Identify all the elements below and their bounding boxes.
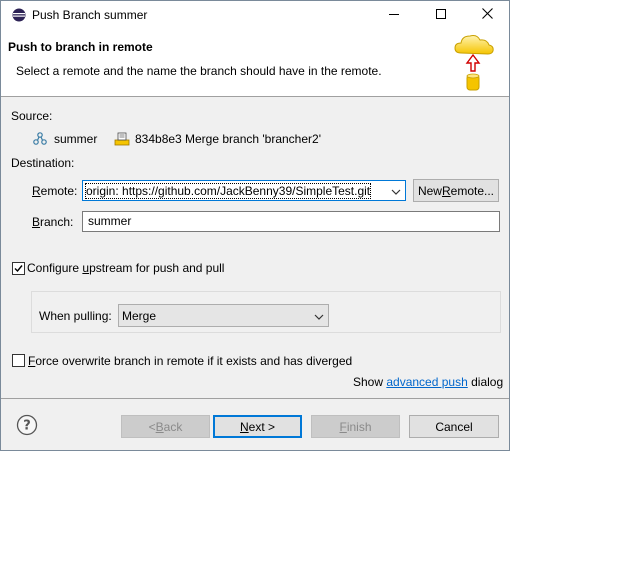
maximize-icon [436,8,446,22]
when-pulling-label: When pulling: [39,309,112,323]
when-pulling-select[interactable]: Merge [118,304,329,327]
window-title: Push Branch summer [32,8,148,22]
push-branch-dialog: Push Branch summer Push to branch in rem… [0,0,510,451]
close-icon [481,8,493,22]
svg-text:?: ? [23,419,31,434]
force-overwrite-checkbox[interactable] [12,354,25,367]
page-heading: Push to branch in remote [8,40,153,54]
force-overwrite-label: Force overwrite branch in remote if it e… [28,354,353,368]
when-pulling-value: Merge [122,309,157,323]
branch-field[interactable] [82,211,500,232]
remote-select-value: origin: https://github.com/JackBenny39/S… [84,183,372,199]
new-remote-button[interactable]: New Remote... [413,179,499,202]
next-button[interactable]: Next > [213,415,302,438]
page-description: Select a remote and the name the branch … [16,64,382,78]
chevron-down-icon [314,311,324,321]
remote-label: Remote: [32,184,78,198]
close-button[interactable] [464,1,510,29]
cancel-button[interactable]: Cancel [409,415,499,438]
remote-select[interactable]: origin: https://github.com/JackBenny39/S… [82,180,406,201]
source-label: Source: [11,109,53,123]
push-to-cloud-icon [453,31,495,93]
configure-upstream-checkbox[interactable] [12,262,25,275]
maximize-button[interactable] [418,1,464,29]
branch-input[interactable] [88,214,488,228]
finish-button[interactable]: Finish [311,415,400,438]
footer-separator [1,398,509,399]
title-bar: Push Branch summer [1,1,509,29]
eclipse-icon [12,8,26,22]
advanced-push-link[interactable]: advanced push [386,375,467,389]
checkmark-icon [14,265,23,273]
chevron-down-icon [391,186,401,196]
advanced-push-text: Show advanced push dialog [353,375,504,389]
source-branch-name: summer [54,132,98,146]
wizard-banner: Push to branch in remote Select a remote… [1,29,509,97]
commit-id: 834b8e3 [135,132,182,146]
help-icon[interactable]: ? [16,414,38,439]
commit-message: Merge branch 'brancher2' [185,132,321,146]
destination-label: Destination: [11,156,75,170]
branch-label: Branch: [32,215,74,229]
minimize-button[interactable] [371,1,417,29]
commit-icon [114,131,130,149]
back-button[interactable]: < Back [121,415,210,438]
branch-icon [32,132,48,149]
configure-upstream-label: Configure upstream for push and pull [27,261,225,275]
minimize-icon [389,8,399,22]
